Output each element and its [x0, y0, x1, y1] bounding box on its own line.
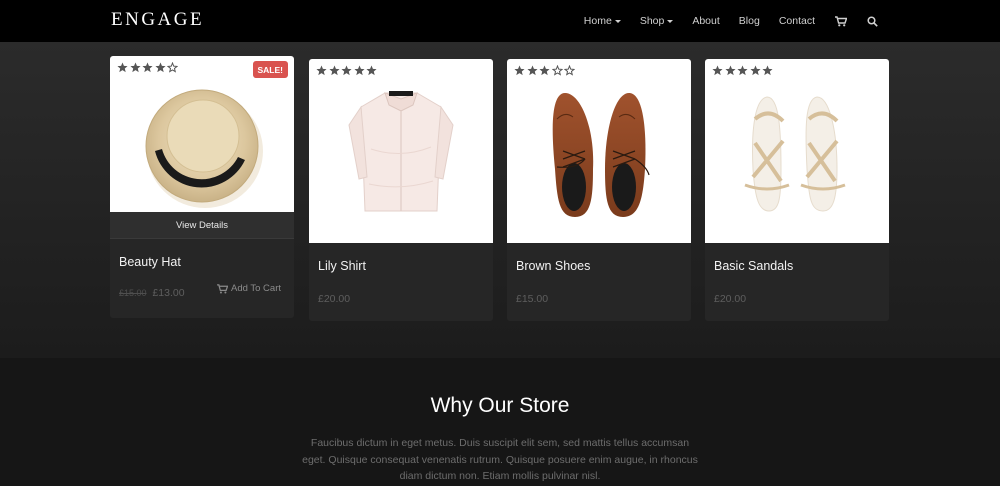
star-filled-icon [724, 65, 736, 76]
nav-link-label: Blog [738, 15, 760, 27]
star-filled-icon [526, 65, 538, 76]
star-filled-icon [129, 62, 141, 73]
nav-links: Home Shop About Blog Contact [565, 0, 878, 42]
nav-link-contact[interactable]: Contact [779, 15, 815, 27]
product-price: £15.00 [516, 293, 549, 305]
star-filled-icon [142, 62, 153, 73]
star-filled-icon [737, 65, 748, 76]
star-filled-icon [762, 65, 773, 76]
section-title: Why Our Store [430, 394, 570, 417]
product-name[interactable]: Brown Shoes [507, 259, 691, 273]
nav-link-label: Shop [639, 15, 665, 27]
star-filled-icon [154, 62, 166, 73]
caret-down-icon [667, 19, 674, 23]
nav-link-label: Contact [778, 15, 815, 27]
product-name[interactable]: Lily Shirt [309, 259, 493, 273]
search-icon[interactable] [867, 15, 878, 27]
star-filled-icon [328, 65, 340, 76]
nav-link-about[interactable]: About [692, 15, 719, 27]
product-card-brown-shoes[interactable]: Brown Shoes £15.00 [507, 59, 691, 321]
star-filled-icon [353, 65, 365, 76]
rating-stars [712, 65, 773, 76]
add-to-cart-label: Add To Cart [231, 283, 281, 294]
star-empty-icon [564, 65, 575, 76]
view-details-button[interactable]: View Details [110, 212, 294, 239]
brand-logo[interactable]: ENGAGE [111, 9, 204, 31]
navbar: ENGAGE Home Shop About Blog Contact [0, 0, 1000, 42]
star-filled-icon [749, 65, 761, 76]
product-image[interactable] [705, 59, 889, 243]
nav-link-shop[interactable]: Shop [640, 15, 674, 27]
nav-link-label: About [692, 15, 720, 27]
product-price: £20.00 [318, 293, 351, 305]
product-name[interactable]: Beauty Hat [110, 255, 294, 269]
old-price: £15.00 [119, 288, 147, 298]
product-image[interactable] [309, 59, 493, 243]
star-filled-icon [712, 65, 723, 76]
star-filled-icon [514, 65, 525, 76]
shirt-image [348, 91, 454, 212]
product-image[interactable]: SALE! [110, 56, 294, 212]
hat-image [145, 89, 263, 208]
shoes-image [552, 93, 650, 217]
sale-badge: SALE! [252, 61, 288, 78]
caret-down-icon [614, 19, 621, 23]
nav-link-label: Home [583, 15, 612, 27]
product-card-basic-sandals[interactable]: Basic Sandals £20.00 [705, 59, 889, 321]
sale-price: £13.00 [152, 287, 185, 299]
product-image[interactable] [507, 59, 691, 243]
section-description: Faucibus dictum in eget metus. Duis susc… [302, 437, 698, 482]
rating-stars [514, 65, 575, 76]
add-to-cart-button[interactable]: Add To Cart [217, 283, 281, 294]
products-section: SALE! View Details Beauty Hat £15.00 £13… [0, 42, 1000, 358]
star-filled-icon [117, 62, 128, 73]
nav-link-blog[interactable]: Blog [739, 15, 760, 27]
product-name[interactable]: Basic Sandals [705, 259, 889, 273]
cart-icon [217, 283, 228, 293]
star-filled-icon [366, 65, 377, 76]
rating-stars [117, 62, 178, 73]
star-empty-icon [551, 65, 563, 76]
product-card-lily-shirt[interactable]: Lily Shirt £20.00 [309, 59, 493, 321]
star-filled-icon [539, 65, 550, 76]
cart-icon[interactable] [835, 15, 847, 27]
sandals-image [744, 96, 846, 212]
rating-stars [316, 65, 377, 76]
nav-link-home[interactable]: Home [584, 15, 621, 27]
star-filled-icon [341, 65, 352, 76]
product-price: £20.00 [714, 293, 747, 305]
star-empty-icon [167, 62, 178, 73]
why-section: Why Our Store Faucibus dictum in eget me… [0, 358, 1000, 486]
product-card-beauty-hat[interactable]: SALE! View Details Beauty Hat £15.00 £13… [110, 56, 294, 318]
star-filled-icon [316, 65, 327, 76]
